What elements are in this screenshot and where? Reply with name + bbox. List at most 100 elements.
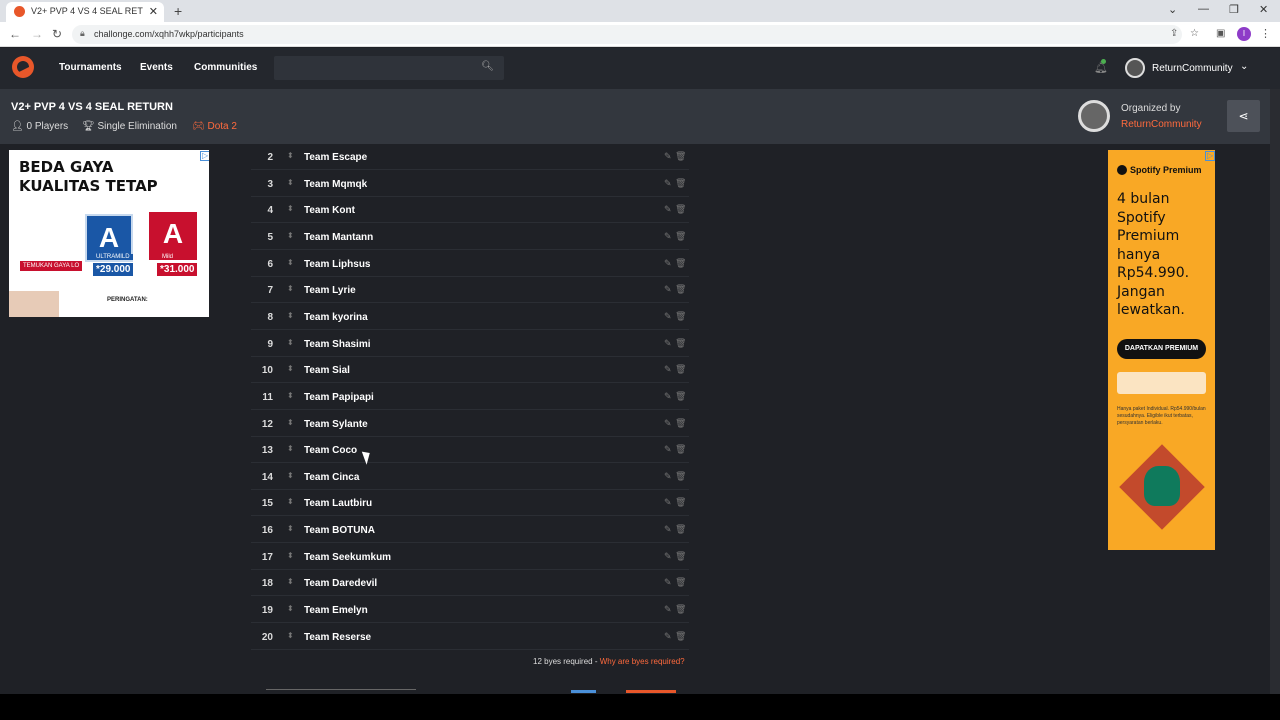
chevron-down-icon[interactable]: ⌄	[1240, 61, 1248, 72]
participant-name[interactable]: Team Sylante	[304, 419, 368, 430]
participant-name[interactable]: Team Sial	[304, 365, 350, 376]
byes-help-link[interactable]: Why are byes required?	[600, 657, 685, 666]
drag-handle-icon[interactable]: ⬍	[287, 311, 294, 320]
participant-name[interactable]: Team Lautbiru	[304, 498, 372, 509]
trash-icon[interactable]: 🗑︎	[675, 178, 686, 189]
trash-icon[interactable]: 🗑︎	[675, 231, 686, 242]
participant-row[interactable]: 20 ⬍ Team Reserse ✎ 🗑︎	[251, 623, 689, 650]
participant-row[interactable]: 13 ⬍ Team Coco ✎ 🗑︎	[251, 436, 689, 464]
participant-name[interactable]: Team BOTUNA	[304, 525, 375, 536]
organizer-link[interactable]: ReturnCommunity	[1121, 119, 1202, 130]
profile-avatar[interactable]: I	[1237, 27, 1251, 41]
adchoices-icon[interactable]: ▷	[1205, 151, 1215, 161]
edit-icon[interactable]: ✎	[664, 204, 672, 215]
trash-icon[interactable]: 🗑︎	[675, 418, 686, 429]
drag-handle-icon[interactable]: ⬍	[287, 204, 294, 213]
trash-icon[interactable]: 🗑︎	[675, 284, 686, 295]
share-button[interactable]: ⋖	[1227, 100, 1260, 132]
drag-handle-icon[interactable]: ⬍	[287, 631, 294, 640]
drag-handle-icon[interactable]: ⬍	[287, 391, 294, 400]
back-icon[interactable]: ←	[9, 27, 21, 41]
forward-icon[interactable]: →	[31, 27, 43, 41]
participant-row[interactable]: 4 ⬍ Team Kont ✎ 🗑︎	[251, 196, 689, 224]
bottom-button-edge-blue[interactable]	[571, 690, 596, 693]
drag-handle-icon[interactable]: ⬍	[287, 284, 294, 293]
advertisement-left[interactable]: BEDA GAYA KUALITAS TETAP ▷ A A ULTRAMILD …	[9, 150, 209, 317]
drag-handle-icon[interactable]: ⬍	[287, 231, 294, 240]
drag-handle-icon[interactable]: ⬍	[287, 577, 294, 586]
trash-icon[interactable]: 🗑︎	[675, 364, 686, 375]
minimize-icon[interactable]: —	[1198, 3, 1209, 15]
search-input[interactable]: 🔍︎	[274, 56, 504, 80]
edit-icon[interactable]: ✎	[664, 338, 672, 349]
participant-row[interactable]: 14 ⬍ Team Cinca ✎ 🗑︎	[251, 463, 689, 490]
trash-icon[interactable]: 🗑︎	[675, 577, 686, 588]
organizer-avatar[interactable]	[1078, 100, 1110, 132]
trash-icon[interactable]: 🗑︎	[675, 444, 686, 455]
trash-icon[interactable]: 🗑︎	[675, 551, 686, 562]
tournament-title[interactable]: V2+ PVP 4 VS 4 SEAL RETURN	[11, 101, 173, 113]
participant-row[interactable]: 7 ⬍ Team Lyrie ✎ 🗑︎	[251, 276, 689, 304]
drag-handle-icon[interactable]: ⬍	[287, 471, 294, 480]
browser-menu-icon[interactable]: ⋮	[1260, 27, 1271, 40]
participant-row[interactable]: 10 ⬍ Team Sial ✎ 🗑︎	[251, 356, 689, 384]
participant-row[interactable]: 8 ⬍ Team kyorina ✎ 🗑︎	[251, 303, 689, 330]
drag-handle-icon[interactable]: ⬍	[287, 497, 294, 506]
lock-icon[interactable]: 🔒︎	[80, 28, 85, 39]
edit-icon[interactable]: ✎	[664, 178, 672, 189]
tab-search-chevron-icon[interactable]: ⌄	[1168, 3, 1177, 16]
trash-icon[interactable]: 🗑︎	[675, 524, 686, 535]
participant-row[interactable]: 12 ⬍ Team Sylante ✎ 🗑︎	[251, 410, 689, 437]
drag-handle-icon[interactable]: ⬍	[287, 604, 294, 613]
edit-icon[interactable]: ✎	[664, 284, 672, 295]
drag-handle-icon[interactable]: ⬍	[287, 338, 294, 347]
participant-name[interactable]: Team Kont	[304, 205, 355, 216]
participant-name[interactable]: Team Shasimi	[304, 339, 371, 350]
drag-handle-icon[interactable]: ⬍	[287, 418, 294, 427]
edit-icon[interactable]: ✎	[664, 391, 672, 402]
edit-icon[interactable]: ✎	[664, 577, 672, 588]
participant-name[interactable]: Team Seekumkum	[304, 552, 391, 563]
trash-icon[interactable]: 🗑︎	[675, 631, 686, 642]
participant-name[interactable]: Team Lyrie	[304, 285, 356, 296]
participant-name[interactable]: Team Coco	[304, 445, 357, 456]
share-page-icon[interactable]: ⇪	[1170, 28, 1178, 39]
edit-icon[interactable]: ✎	[664, 364, 672, 375]
participant-name[interactable]: Team Escape	[304, 152, 367, 163]
participant-row[interactable]: 16 ⬍ Team BOTUNA ✎ 🗑︎	[251, 516, 689, 544]
trash-icon[interactable]: 🗑︎	[675, 258, 686, 269]
bookmark-star-icon[interactable]: ☆	[1190, 28, 1199, 39]
edit-icon[interactable]: ✎	[664, 258, 672, 269]
participant-name[interactable]: Team kyorina	[304, 312, 368, 323]
edit-icon[interactable]: ✎	[664, 551, 672, 562]
user-name[interactable]: ReturnCommunity	[1152, 63, 1233, 74]
drag-handle-icon[interactable]: ⬍	[287, 551, 294, 560]
participant-row[interactable]: 3 ⬍ Team Mqmqk ✎ 🗑︎	[251, 170, 689, 197]
edit-icon[interactable]: ✎	[664, 311, 672, 322]
close-tab-icon[interactable]: ✕	[149, 5, 158, 18]
edit-icon[interactable]: ✎	[664, 231, 672, 242]
close-window-icon[interactable]: ✕	[1259, 3, 1268, 16]
participant-row[interactable]: 11 ⬍ Team Papipapi ✎ 🗑︎	[251, 383, 689, 410]
challonge-logo-icon[interactable]	[12, 56, 34, 78]
participant-name[interactable]: Team Mqmqk	[304, 179, 367, 190]
trash-icon[interactable]: 🗑︎	[675, 204, 686, 215]
search-icon[interactable]: 🔍︎	[481, 61, 494, 72]
tournament-game[interactable]: 🎮︎ Dota 2	[192, 121, 237, 132]
drag-handle-icon[interactable]: ⬍	[287, 444, 294, 453]
participant-row[interactable]: 5 ⬍ Team Mantann ✎ 🗑︎	[251, 223, 689, 250]
trash-icon[interactable]: 🗑︎	[675, 604, 686, 615]
participant-name[interactable]: Team Cinca	[304, 472, 359, 483]
drag-handle-icon[interactable]: ⬍	[287, 151, 294, 160]
participant-row[interactable]: 6 ⬍ Team Liphsus ✎ 🗑︎	[251, 250, 689, 277]
participant-name[interactable]: Team Emelyn	[304, 605, 368, 616]
reload-icon[interactable]: ↻	[52, 27, 62, 41]
browser-tab[interactable]: V2+ PVP 4 VS 4 SEAL RETURN - C ✕	[6, 2, 164, 22]
drag-handle-icon[interactable]: ⬍	[287, 178, 294, 187]
edit-icon[interactable]: ✎	[664, 418, 672, 429]
nav-communities[interactable]: Communities	[194, 62, 257, 73]
participant-row[interactable]: 17 ⬍ Team Seekumkum ✎ 🗑︎	[251, 543, 689, 570]
edit-icon[interactable]: ✎	[664, 151, 672, 162]
participant-row[interactable]: 15 ⬍ Team Lautbiru ✎ 🗑︎	[251, 489, 689, 517]
nav-tournaments[interactable]: Tournaments	[59, 62, 122, 73]
